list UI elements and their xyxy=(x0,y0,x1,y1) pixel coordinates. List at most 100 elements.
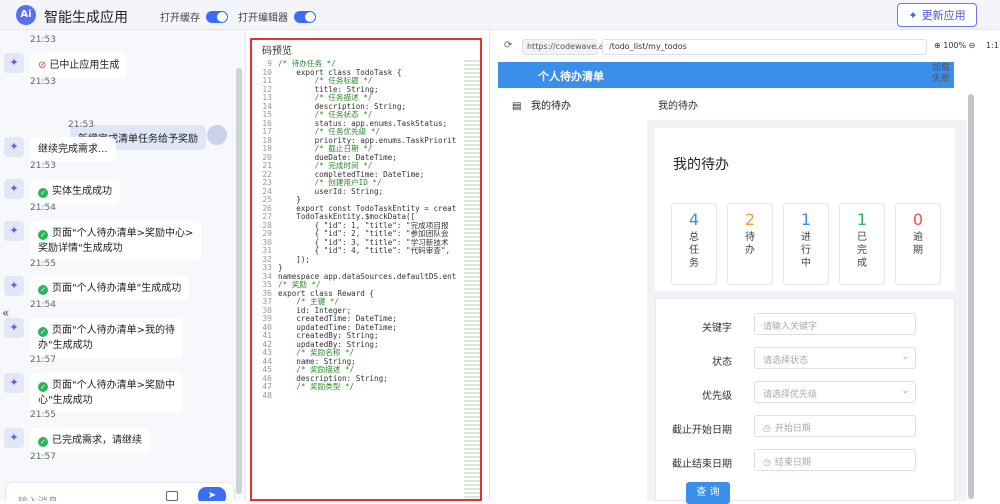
chat-panel: 21:53 ✦ ⊘ 已中止应用生成 21:53 新增完成清单任务给予奖励 21:5… xyxy=(0,30,246,501)
nav-item-my-todos[interactable]: ▤ 我的待办 xyxy=(512,97,571,112)
zoom-level: 100% xyxy=(943,41,967,50)
bot-avatar-icon: ✦ xyxy=(4,53,24,73)
stats-card: 我的待办 4 总任务 2 待办 1 进行中 1 已完成 0 逾期 xyxy=(655,128,955,291)
code-line: /* 奖励类型 */ xyxy=(278,382,355,391)
chat-message: 继续完成需求... xyxy=(30,137,116,162)
code-minimap[interactable] xyxy=(464,60,480,499)
zoom-in-icon[interactable]: ⊕ xyxy=(934,41,941,50)
load-failed-notice: 加载 失败 xyxy=(932,63,951,84)
preview-scrollbar[interactable] xyxy=(968,94,974,499)
start-date-label: 截止开始日期 xyxy=(672,425,732,436)
message-time: 21:53 xyxy=(30,77,56,87)
page-title: 我的待办 xyxy=(673,157,729,173)
code-line: userId: String; xyxy=(278,186,384,196)
toggle-editor-group: 打开编辑器 xyxy=(238,9,316,24)
bot-avatar-icon: ✦ xyxy=(4,318,24,338)
check-icon: ✓ xyxy=(38,188,48,198)
app-header: 个人待办清单 xyxy=(498,62,954,88)
chevron-down-icon: ⌄ xyxy=(901,386,909,396)
update-app-label: 更新应用 xyxy=(921,9,966,22)
stat-completed: 1 已完成 xyxy=(839,203,885,285)
message-time: 21:53 xyxy=(30,35,56,45)
bot-avatar-icon: ✦ xyxy=(4,221,24,241)
url-path-input[interactable]: /todo_list/my_todos xyxy=(602,39,927,55)
toggle-editor-label: 打开编辑器 xyxy=(238,13,288,24)
breadcrumb: 我的待办 xyxy=(658,101,698,112)
clock-icon: ◷ xyxy=(763,424,771,434)
chat-scrollbar[interactable] xyxy=(236,68,242,494)
toggle-editor-switch[interactable] xyxy=(294,10,316,23)
message-time: 21:57 xyxy=(30,452,56,462)
line-number: 48 xyxy=(262,390,272,400)
zoom-controls: ⊕ 100% ⊖ 1:1 xyxy=(934,41,999,50)
bot-avatar-icon: ✦ xyxy=(4,179,24,199)
image-icon[interactable] xyxy=(166,491,178,501)
message-time: 21:54 xyxy=(30,203,56,213)
preview-url-bar: ⟳ https://codewave.ai /todo_list/my_todo… xyxy=(492,37,1000,57)
user-avatar xyxy=(207,125,227,145)
check-icon: ✓ xyxy=(38,285,48,295)
chat-message: ✓ 实体生成成功 xyxy=(30,179,120,204)
bot-avatar-icon: ✦ xyxy=(4,276,24,296)
app-title: 智能生成应用 xyxy=(44,10,128,26)
check-icon: ✓ xyxy=(38,437,48,447)
stat-in-progress: 1 进行中 xyxy=(783,203,829,285)
status-label: 状态 xyxy=(712,357,732,368)
check-icon: ✓ xyxy=(38,230,48,240)
top-bar: Ai 智能生成应用 打开缓存 打开编辑器 ✦ 更新应用 xyxy=(0,0,1000,30)
sparkle-icon: ✦ xyxy=(908,8,918,22)
code-content[interactable]: /* 待办任务 */ export class TodoTask { /* 任务… xyxy=(278,59,464,392)
code-preview-tab[interactable]: 码预览 xyxy=(252,40,480,58)
line-number-gutter: 9 10 11 12 13 14 15 16 17 18 19 20 21 22 23 24 25 26 27 28 2… xyxy=(252,59,272,400)
zoom-out-icon[interactable]: ⊖ xyxy=(969,41,976,50)
chat-message: ✓ 页面"个人待办清单>奖励中 心"生成成功 xyxy=(30,373,183,413)
bot-avatar-icon: ✦ xyxy=(4,428,24,448)
chat-input-placeholder: 输入消息 xyxy=(18,493,58,501)
message-time: 21:55 xyxy=(30,259,56,269)
code-editor: 码预览 9 10 11 12 13 14 15 16 17 18 19 20 21 22 23 24 25 26 2… xyxy=(250,38,482,501)
message-time: 21:57 xyxy=(30,355,56,365)
chevron-down-icon: ⌄ xyxy=(901,352,909,362)
url-base: https://codewave.ai xyxy=(522,39,606,55)
chat-message: ✓ 已完成需求，请继续 xyxy=(30,428,150,453)
app-preview: ⟳ https://codewave.ai /todo_list/my_todo… xyxy=(492,30,1000,504)
chat-message: ✓ 页面"个人待办清单>奖励中心> 奖励详情"生成成功 xyxy=(30,221,202,261)
send-button[interactable]: ➤ xyxy=(198,487,226,501)
keyword-input[interactable]: 请输入关键字 xyxy=(754,313,916,335)
keyword-label: 关键字 xyxy=(702,323,732,334)
end-date-picker[interactable]: ◷ 结束日期 xyxy=(754,449,916,471)
chat-message: ✓ 页面"个人待办清单"生成成功 xyxy=(30,276,190,301)
message-time: 21:54 xyxy=(30,300,56,310)
aspect-ratio[interactable]: 1:1 xyxy=(986,41,999,50)
bot-avatar-icon: ✦ xyxy=(4,373,24,393)
chat-message: ✓ 页面"个人待办清单>我的待 办"生成成功 xyxy=(30,318,183,358)
status-select[interactable]: 请选择状态 ⌄ xyxy=(754,347,916,369)
chat-message: ⊘ 已中止应用生成 xyxy=(30,53,128,78)
message-time: 21:53 xyxy=(30,161,56,171)
check-icon: ✓ xyxy=(38,327,48,337)
check-icon: ✓ xyxy=(38,382,48,392)
priority-label: 优先级 xyxy=(702,391,732,402)
stat-overdue: 0 逾期 xyxy=(895,203,941,285)
filter-form: 关键字 请输入关键字 状态 请选择状态 ⌄ 优先级 请选择优先级 ⌄ 截止开始日期 … xyxy=(655,298,955,504)
start-date-picker[interactable]: ◷ 开始日期 xyxy=(754,415,916,437)
refresh-icon[interactable]: ⟳ xyxy=(504,40,512,51)
main-content: 我的待办 4 总任务 2 待办 1 进行中 1 已完成 0 逾期 关键字 请输入关键字 状… xyxy=(647,120,967,504)
chat-input[interactable]: 输入消息 ➤ xyxy=(5,482,235,501)
toggle-cache-group: 打开缓存 xyxy=(160,9,228,24)
bot-avatar-icon: ✦ xyxy=(4,137,24,157)
stat-total: 4 总任务 xyxy=(671,203,717,285)
toggle-cache-switch[interactable] xyxy=(206,10,228,23)
clock-icon: ◷ xyxy=(763,458,771,468)
message-time: 21:53 xyxy=(68,120,94,130)
end-date-label: 截止结束日期 xyxy=(672,459,732,470)
stat-pending: 2 待办 xyxy=(727,203,773,285)
update-app-button[interactable]: ✦ 更新应用 xyxy=(897,3,977,27)
panel-divider[interactable] xyxy=(489,30,490,501)
priority-select[interactable]: 请选择优先级 ⌄ xyxy=(754,381,916,403)
message-time: 21:55 xyxy=(30,410,56,420)
toggle-cache-label: 打开缓存 xyxy=(160,13,200,24)
list-icon: ▤ xyxy=(512,101,522,112)
stop-icon: ⊘ xyxy=(38,60,47,71)
code-line: ]); xyxy=(278,254,311,264)
